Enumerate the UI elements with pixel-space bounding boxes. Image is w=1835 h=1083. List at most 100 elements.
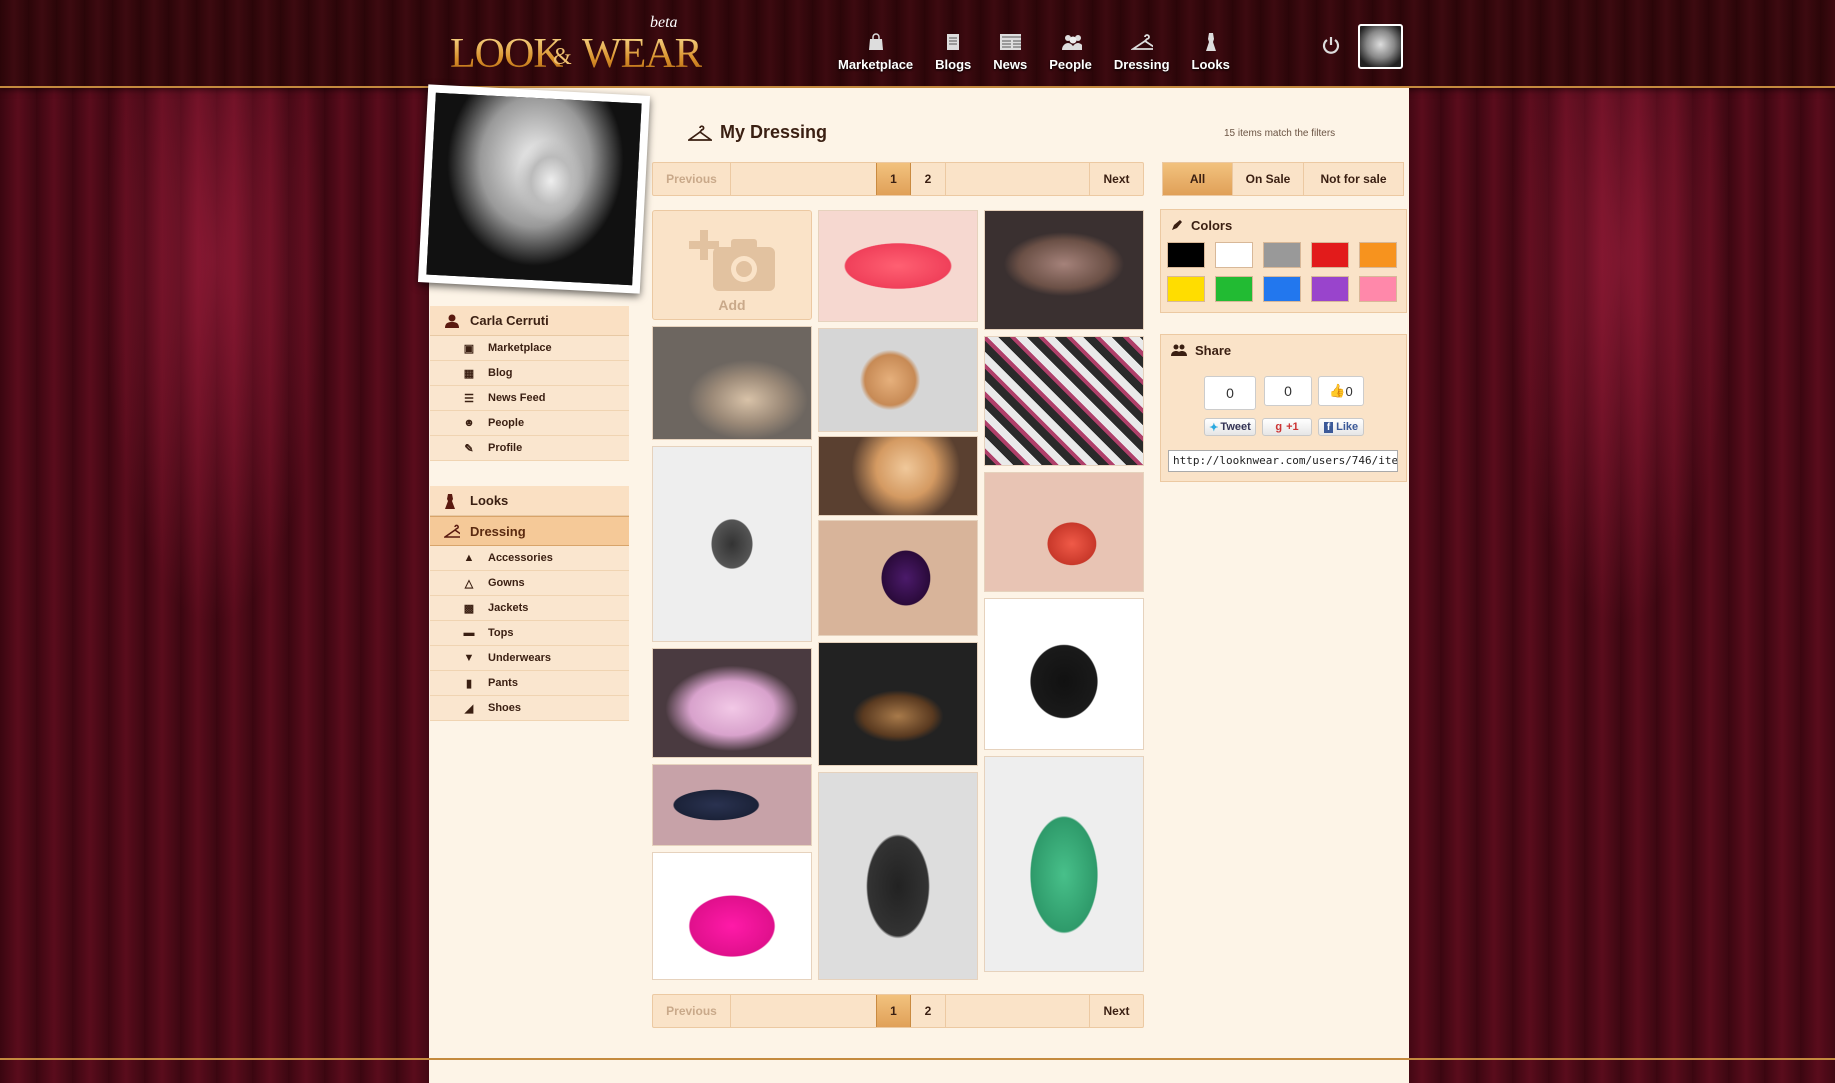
color-swatch[interactable]: [1263, 242, 1301, 268]
user-avatar[interactable]: [1358, 24, 1403, 69]
nav-looks[interactable]: Looks: [1192, 24, 1230, 72]
sidebar-looks[interactable]: Looks: [430, 486, 629, 516]
page-2-button[interactable]: 2: [911, 163, 946, 195]
sidebar-item-accessories[interactable]: ▲ Accessories: [430, 546, 629, 571]
sidebar-item-shoes[interactable]: ◢ Shoes: [430, 696, 629, 721]
color-swatch[interactable]: [1215, 242, 1253, 268]
pencil-icon: [1171, 219, 1183, 231]
accessory-icon: ▲: [463, 552, 475, 564]
dress-icon: [1200, 32, 1222, 52]
item-purple-nail-polish[interactable]: [818, 520, 978, 636]
page-title: My Dressing: [688, 122, 827, 143]
like-count: 👍 0: [1318, 376, 1364, 406]
add-item-button[interactable]: Add: [652, 210, 812, 320]
item-lipstick-lips[interactable]: [818, 210, 978, 322]
item-pink-fur-clutch[interactable]: [652, 852, 812, 980]
sidebar-item-blog[interactable]: ▦ Blog: [430, 361, 629, 386]
newspaper-icon: [999, 32, 1022, 52]
page-2-button[interactable]: 2: [911, 995, 946, 1027]
twitter-bird-icon: ✦: [1209, 421, 1219, 434]
gplus-count: 0: [1264, 376, 1312, 406]
top-icon: ▬: [463, 627, 475, 639]
item-red-nail-polish[interactable]: [984, 472, 1144, 592]
item-pink-quilted-handbag[interactable]: [652, 648, 812, 758]
item-black-studded-skirt[interactable]: [984, 598, 1144, 750]
color-swatch[interactable]: [1263, 276, 1301, 302]
item-green-silk-slip-dress[interactable]: [984, 756, 1144, 972]
sidebar: Carla Cerruti ▣ Marketplace ▦ Blog ☰ New…: [430, 306, 629, 721]
color-swatch[interactable]: [1359, 242, 1397, 268]
sidebar-item-profile[interactable]: ✎ Profile: [430, 436, 629, 461]
list-icon: ☰: [464, 392, 474, 405]
item-leopard-heels[interactable]: [818, 642, 978, 766]
colors-panel: Colors: [1160, 209, 1407, 313]
gown-icon: △: [464, 577, 474, 590]
next-button[interactable]: Next: [1089, 995, 1143, 1027]
item-navy-woven-belt[interactable]: [652, 764, 812, 846]
underwear-icon: ▼: [463, 652, 475, 664]
sidebar-item-pants[interactable]: ▮ Pants: [430, 671, 629, 696]
hanger-icon: [1130, 32, 1153, 52]
shoe-icon: ◢: [464, 702, 474, 715]
previous-button[interactable]: Previous: [653, 163, 731, 195]
hanger-icon: [688, 124, 712, 141]
hanger-icon: [444, 524, 460, 538]
main-nav: Marketplace Blogs News People Dressing L…: [838, 24, 1252, 74]
tweet-button[interactable]: ✦ Tweet: [1204, 418, 1256, 436]
sidebar-item-tops[interactable]: ▬ Tops: [430, 621, 629, 646]
user-icon: [444, 314, 460, 328]
dress-icon: [444, 493, 460, 509]
add-photo-icon: [689, 230, 775, 291]
nav-blogs[interactable]: Blogs: [935, 24, 971, 72]
nav-people[interactable]: People: [1049, 24, 1092, 72]
page-1-button[interactable]: 1: [876, 995, 911, 1027]
share-url-field[interactable]: http://looknwear.com/users/746/item: [1168, 450, 1398, 472]
sidebar-item-jackets[interactable]: ▩ Jackets: [430, 596, 629, 621]
page-1-button[interactable]: 1: [876, 163, 911, 195]
nav-news[interactable]: News: [993, 24, 1027, 72]
look-and-wear-logo[interactable]: LOOK & WEAR beta: [450, 12, 703, 77]
gplus-button[interactable]: g +1: [1262, 418, 1312, 436]
pagination-top: Previous 1 2 Next: [652, 162, 1144, 196]
item-black-leather-boots[interactable]: [818, 772, 978, 980]
sidebar-item-marketplace[interactable]: ▣ Marketplace: [430, 336, 629, 361]
item-gold-watch[interactable]: [818, 328, 978, 432]
blog-icon: ▦: [463, 367, 475, 380]
color-swatch[interactable]: [1167, 242, 1205, 268]
item-lace-ankle-boots[interactable]: [652, 326, 812, 440]
facebook-like-button[interactable]: f Like: [1318, 418, 1364, 436]
color-swatches: [1161, 240, 1406, 310]
sidebar-dressing[interactable]: Dressing: [430, 516, 629, 546]
power-icon[interactable]: [1320, 34, 1342, 56]
sidebar-item-people[interactable]: ☻ People: [430, 411, 629, 436]
color-swatch[interactable]: [1215, 276, 1253, 302]
sidebar-item-underwears[interactable]: ▼ Underwears: [430, 646, 629, 671]
facebook-icon: f: [1323, 421, 1334, 433]
pants-icon: ▮: [465, 677, 473, 690]
filter-all[interactable]: All: [1163, 163, 1233, 195]
nav-marketplace[interactable]: Marketplace: [838, 24, 913, 72]
color-swatch[interactable]: [1311, 276, 1349, 302]
item-makeup-collection[interactable]: [984, 336, 1144, 466]
people-icon: [1171, 344, 1187, 356]
next-button[interactable]: Next: [1089, 163, 1143, 195]
color-swatch[interactable]: [1359, 276, 1397, 302]
shopping-bag-icon: ▣: [463, 342, 475, 355]
sale-filter: All On Sale Not for sale: [1162, 162, 1404, 196]
filter-on-sale[interactable]: On Sale: [1233, 163, 1304, 195]
sidebar-item-gowns[interactable]: △ Gowns: [430, 571, 629, 596]
filter-not-for-sale[interactable]: Not for sale: [1304, 163, 1403, 195]
item-white-hollywood-tee[interactable]: [652, 446, 812, 642]
item-naked-eyeshadow-palette[interactable]: [984, 210, 1144, 330]
nav-dressing[interactable]: Dressing: [1114, 24, 1170, 72]
item-gold-watch-2[interactable]: [818, 436, 978, 516]
sidebar-user[interactable]: Carla Cerruti: [430, 306, 629, 336]
previous-button[interactable]: Previous: [653, 995, 731, 1027]
sidebar-item-news-feed[interactable]: ☰ News Feed: [430, 386, 629, 411]
color-swatch[interactable]: [1167, 276, 1205, 302]
people-icon: ☻: [463, 417, 475, 429]
blog-icon: [942, 32, 964, 52]
footer: [429, 1060, 1409, 1083]
color-swatch[interactable]: [1311, 242, 1349, 268]
thumbs-up-icon: 👍: [1329, 383, 1346, 398]
